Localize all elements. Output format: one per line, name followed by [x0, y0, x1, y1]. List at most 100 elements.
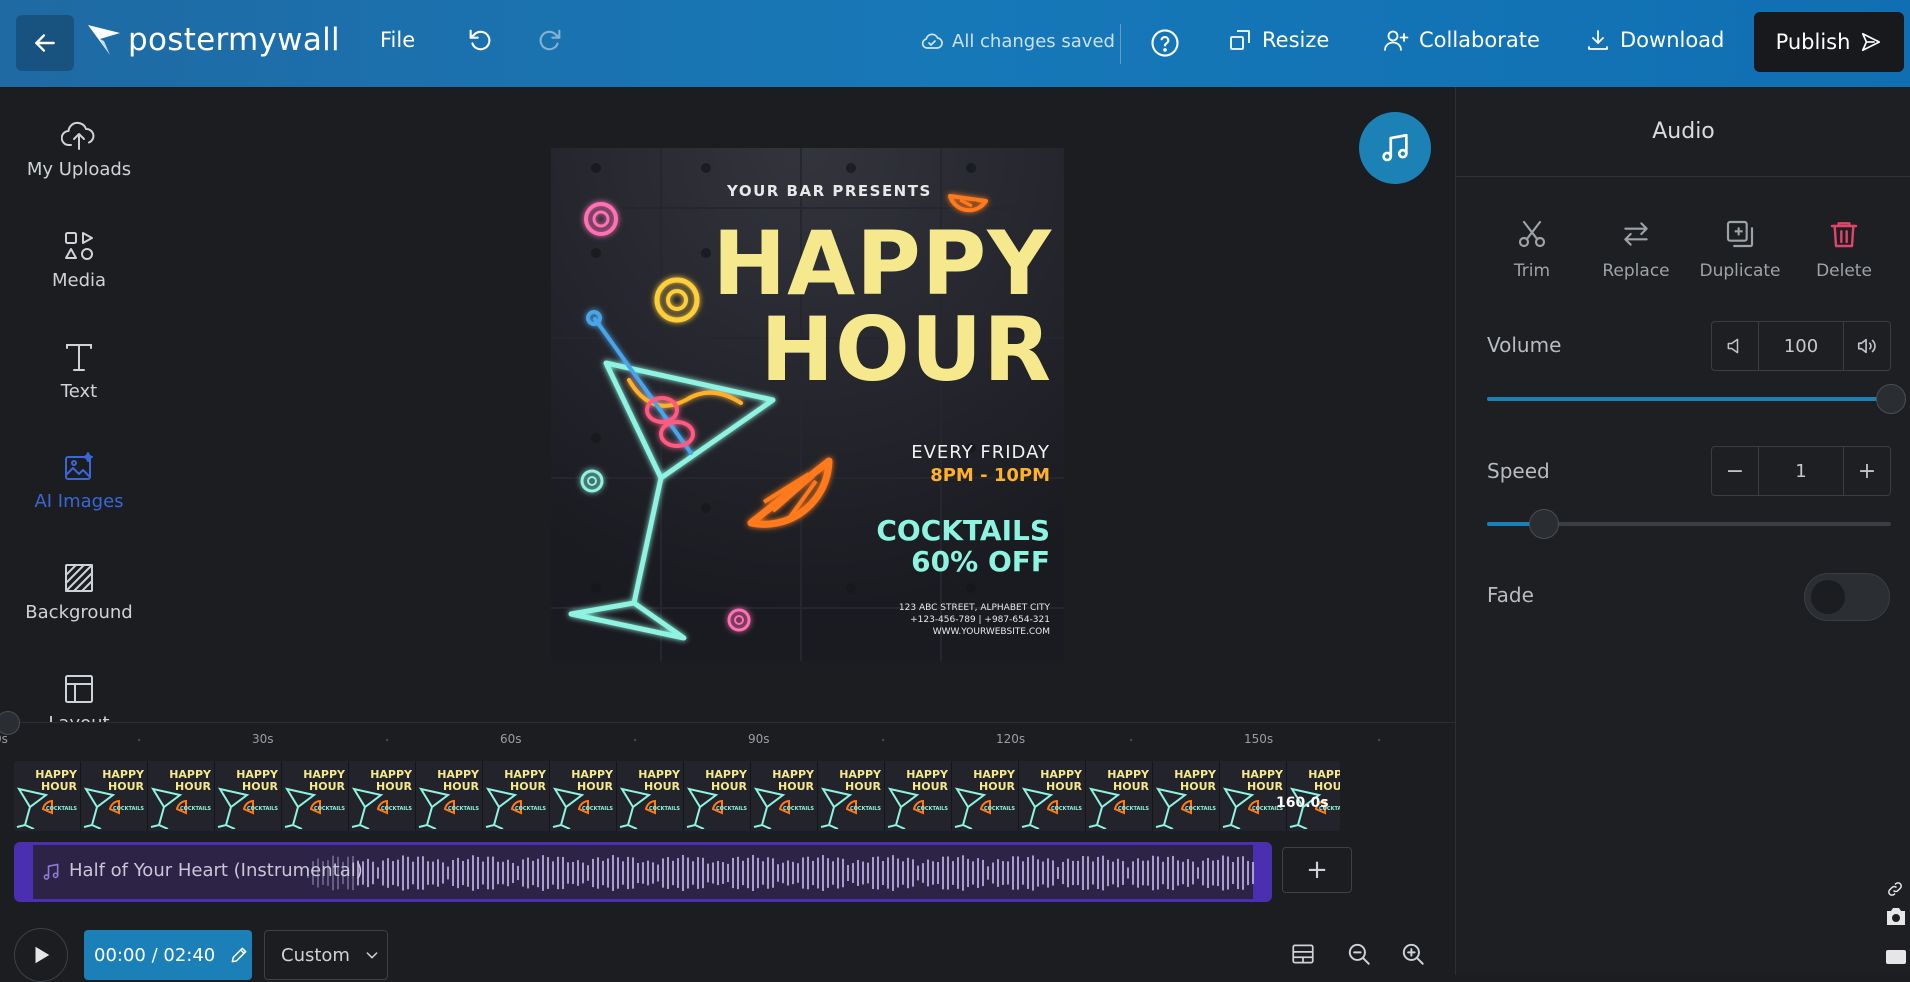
fade-toggle[interactable]: [1804, 573, 1890, 621]
filmstrip-frame: HAPPY HOURCOCKTAILS: [818, 761, 885, 831]
trim-button[interactable]: Trim: [1480, 217, 1584, 281]
undo-button[interactable]: [466, 26, 494, 54]
logo-mark-icon: [88, 25, 120, 55]
speaker-high-icon: [1857, 338, 1876, 354]
background-icon: [65, 564, 93, 592]
filmstrip-frame-title: HOUR: [644, 780, 680, 793]
publish-button[interactable]: Publish: [1754, 12, 1904, 72]
sidebar-item-media[interactable]: Media: [0, 230, 158, 291]
speed-increase-button[interactable]: +: [1844, 447, 1890, 495]
sidebar-item-label: Media: [51, 270, 107, 291]
volume-slider[interactable]: [1487, 384, 1906, 414]
back-button[interactable]: [16, 15, 74, 71]
collaborate-label: Collaborate: [1419, 28, 1540, 52]
floating-video-button[interactable]: [1884, 945, 1908, 971]
ruler-tick-label: 90s: [748, 732, 770, 746]
poster-day-text: EVERY FRIDAY: [911, 442, 1050, 463]
delete-button[interactable]: Delete: [1792, 217, 1896, 281]
video-track-filmstrip[interactable]: HAPPY HOUR COCKTAILS HAPPY HOUR COCKTAILS HA…: [14, 761, 1340, 831]
audio-track[interactable]: Half of Your Heart (Instrumental): [14, 842, 1272, 902]
play-button[interactable]: [14, 928, 68, 982]
sidebar-item-background[interactable]: Background: [0, 562, 158, 623]
camera-icon: [1887, 908, 1905, 925]
download-button[interactable]: Download: [1586, 28, 1724, 52]
zoom-in-button[interactable]: [1400, 941, 1426, 971]
filmstrip-frame-title: HOUR: [443, 780, 479, 793]
help-button[interactable]: [1150, 28, 1180, 58]
ruler-tick-label: 120s: [996, 732, 1026, 746]
resize-button[interactable]: Resize: [1228, 28, 1329, 52]
ruler-tick-label: 150s: [1244, 732, 1274, 746]
audio-fab-button[interactable]: [1359, 112, 1431, 184]
filmstrip-frame: HAPPY HOURCOCKTAILS: [617, 761, 684, 831]
filmstrip-frame-offer: COCKTAILS: [916, 806, 948, 812]
filmstrip-frame: HAPPY HOURCOCKTAILS: [1019, 761, 1086, 831]
video-track-duration: 160.0s: [1276, 795, 1329, 811]
filmstrip-frame-title: HOUR: [309, 780, 345, 793]
layout-toggle-button[interactable]: [1290, 941, 1316, 971]
speed-value[interactable]: 1: [1758, 447, 1844, 495]
volume-up-button[interactable]: [1844, 322, 1890, 370]
floating-camera-button[interactable]: [1884, 905, 1908, 931]
poster-canvas[interactable]: YOUR BAR PRESENTS HAPPY HOUR EVERY FRIDA…: [551, 148, 1064, 661]
music-note-icon: [43, 863, 59, 880]
collaborate-button[interactable]: Collaborate: [1383, 28, 1540, 52]
filmstrip-frame: HAPPY HOURCOCKTAILS: [1086, 761, 1153, 831]
ruler-tick-label: 30s: [252, 732, 274, 746]
sidebar-item-ai-images[interactable]: AI Images: [0, 451, 158, 512]
speed-decrease-button[interactable]: −: [1712, 447, 1758, 495]
filmstrip-frame-offer: COCKTAILS: [112, 806, 144, 812]
poster-phone: +123-456-789 | +987-654-321: [910, 615, 1050, 625]
volume-value[interactable]: 100: [1758, 322, 1844, 370]
time-display[interactable]: 00:00 / 02:40: [84, 930, 252, 980]
volume-stepper: 100: [1711, 321, 1891, 371]
save-status-text: All changes saved: [952, 30, 1115, 52]
sidebar-item-layout[interactable]: Layout: [0, 673, 158, 723]
header-divider: [1120, 24, 1121, 64]
volume-slider-thumb[interactable]: [1876, 384, 1906, 414]
replace-button[interactable]: Replace: [1584, 217, 1688, 281]
sidebar-item-text[interactable]: Text: [0, 341, 158, 402]
sidebar-item-my-uploads[interactable]: My Uploads: [0, 119, 158, 180]
filmstrip-frame: HAPPY HOURCOCKTAILS: [684, 761, 751, 831]
ruler-minor-tick: [1378, 739, 1380, 741]
audio-track-left-handle[interactable]: [17, 845, 33, 899]
help-icon: [1151, 29, 1179, 57]
filmstrip-frame-offer: COCKTAILS: [45, 806, 77, 812]
duplicate-button[interactable]: Duplicate: [1688, 217, 1792, 281]
filmstrip-frame: HAPPY HOURCOCKTAILS: [1153, 761, 1220, 831]
speed-slider[interactable]: [1487, 509, 1891, 539]
zoom-in-icon: [1402, 943, 1424, 965]
undo-icon: [469, 29, 491, 51]
app-logo[interactable]: postermywall: [86, 22, 340, 58]
delete-label: Delete: [1816, 261, 1872, 281]
file-menu-button[interactable]: File: [380, 28, 415, 52]
filmstrip-frame-title: HOUR: [41, 780, 77, 793]
zoom-out-button[interactable]: [1346, 941, 1372, 971]
ruler-minor-tick: [386, 739, 388, 741]
timeline-ruler[interactable]: 0s30s60s90s120s150s: [0, 723, 1455, 751]
filmstrip-frame: HAPPY HOURCOCKTAILS: [148, 761, 215, 831]
filmstrip-frame-title: HOUR: [1113, 780, 1149, 793]
speed-slider-thumb[interactable]: [1528, 509, 1559, 539]
zoom-preset-select[interactable]: Custom: [264, 930, 388, 980]
filmstrip-frame-offer: COCKTAILS: [715, 806, 747, 812]
ruler-tick-label: 60s: [500, 732, 522, 746]
filmstrip-frame-title: HOUR: [1314, 780, 1340, 793]
fade-toggle-knob: [1811, 580, 1845, 614]
volume-down-button[interactable]: [1712, 322, 1758, 370]
filmstrip-frame-offer: COCKTAILS: [849, 806, 881, 812]
filmstrip-frame-offer: COCKTAILS: [1184, 806, 1216, 812]
volume-label: Volume: [1487, 333, 1562, 357]
filmstrip-frame-title: HOUR: [711, 780, 747, 793]
media-icon: [65, 232, 93, 260]
sidebar-item-label: My Uploads: [26, 159, 132, 180]
filmstrip-frame-offer: COCKTAILS: [983, 806, 1015, 812]
ai-images-icon: [65, 452, 93, 480]
volume-slider-fill: [1487, 397, 1891, 401]
floating-link-icon[interactable]: [1886, 880, 1904, 902]
redo-button[interactable]: [536, 26, 564, 54]
filmstrip-frame-offer: COCKTAILS: [648, 806, 680, 812]
sidebar-item-label: Text: [60, 381, 98, 402]
add-track-button[interactable]: +: [1282, 847, 1352, 893]
